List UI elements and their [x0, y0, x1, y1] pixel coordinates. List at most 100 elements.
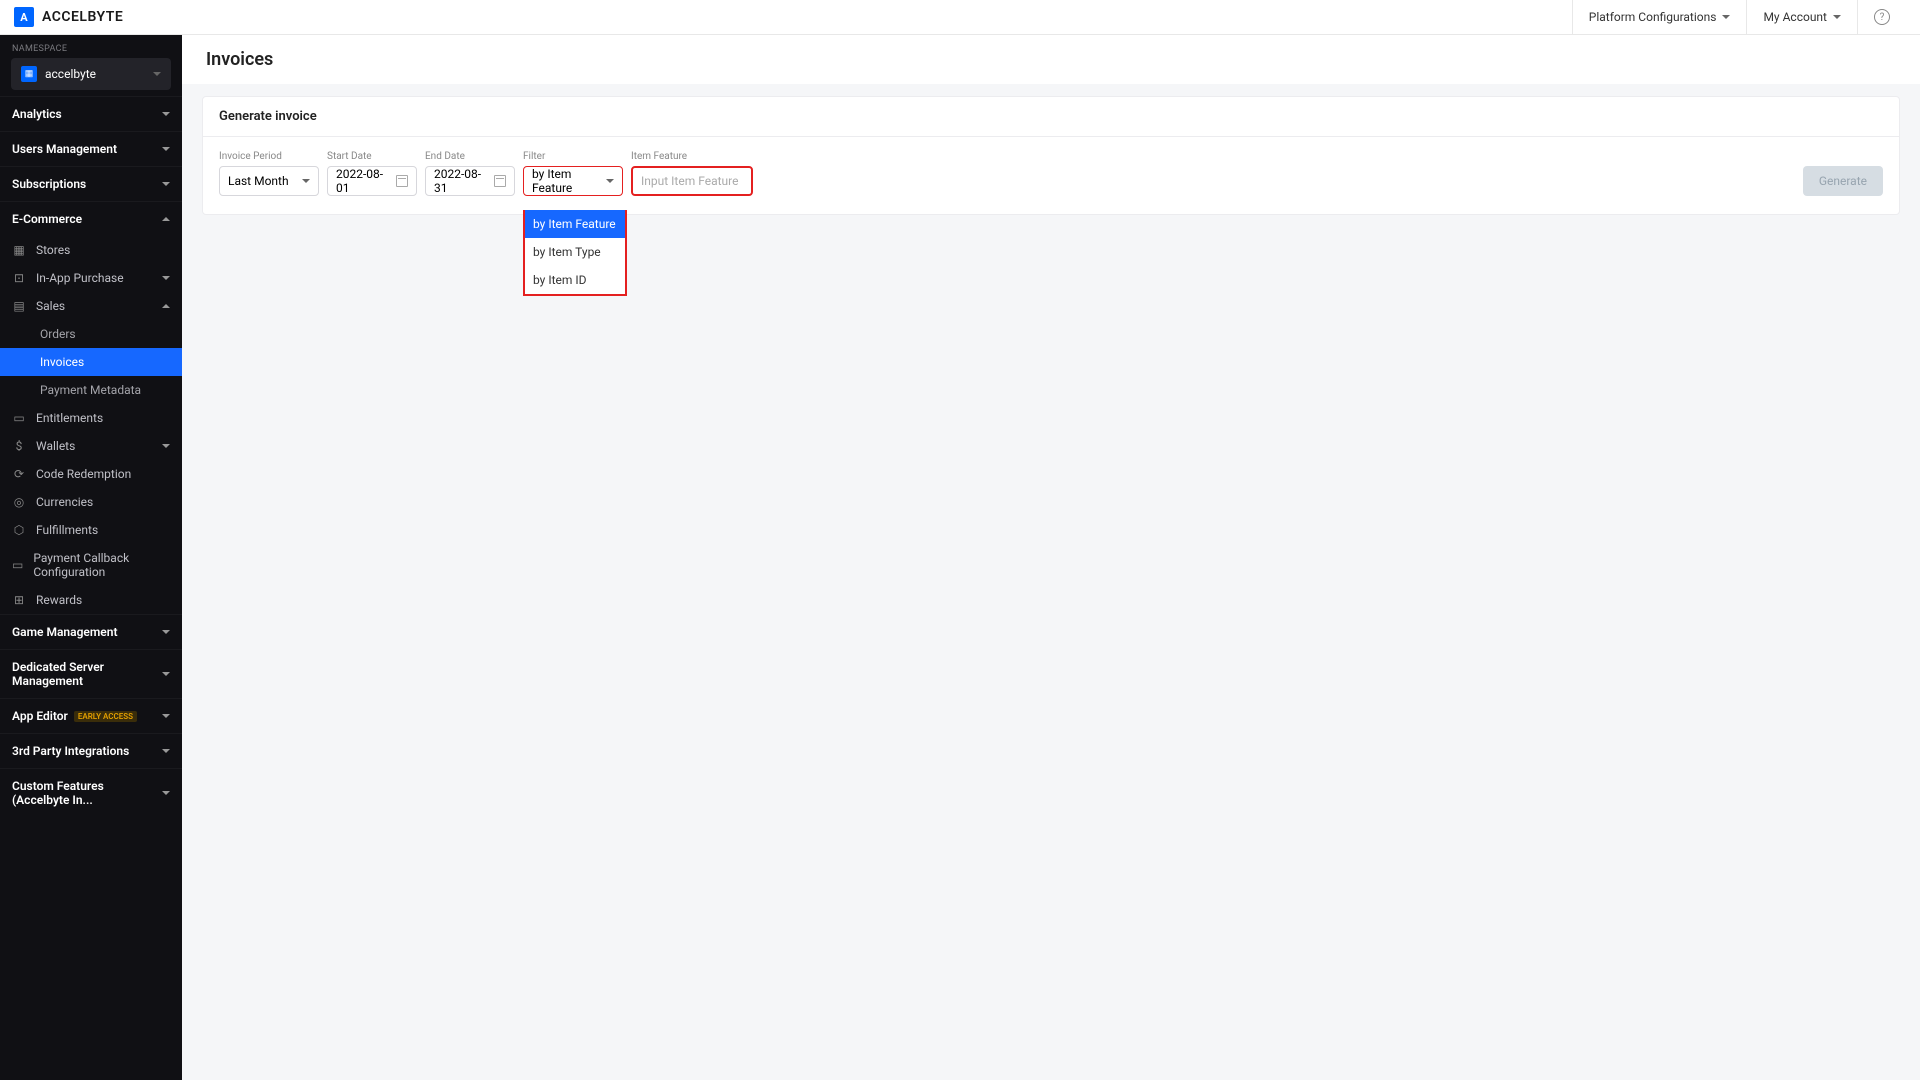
sidebar-group-label: Dedicated Server Management	[12, 660, 162, 688]
sidebar-group-label: Subscriptions	[12, 177, 86, 191]
sidebar-item-label: Fulfillments	[36, 523, 98, 537]
sidebar-item-entitlements[interactable]: ▭Entitlements	[0, 404, 182, 432]
namespace-name: accelbyte	[45, 67, 145, 81]
box-icon: ⬡	[12, 523, 26, 537]
sidebar-item-sales[interactable]: ▤Sales	[0, 292, 182, 320]
chevron-down-icon	[162, 672, 170, 676]
namespace-icon: ▦	[21, 66, 37, 82]
filter-select[interactable]: by Item Feature	[523, 166, 623, 196]
sidebar-item-label: Stores	[36, 243, 70, 257]
platform-configs-label: Platform Configurations	[1589, 10, 1717, 24]
invoice-period-value: Last Month	[228, 174, 289, 188]
start-date-label: Start Date	[327, 151, 417, 162]
end-date-label: End Date	[425, 151, 515, 162]
calendar-icon	[494, 175, 506, 187]
help-button[interactable]: ?	[1857, 0, 1906, 35]
chevron-down-icon	[1722, 15, 1730, 19]
sidebar-item-stores[interactable]: ▦ Stores	[0, 236, 182, 264]
main-content: Invoices Generate invoice Invoice Period…	[182, 35, 1920, 1080]
sidebar-group-dedicated-server[interactable]: Dedicated Server Management	[0, 650, 182, 698]
chevron-down-icon	[162, 147, 170, 151]
chevron-up-icon	[162, 304, 170, 308]
logo-block: A ACCELBYTE	[14, 7, 123, 27]
sidebar-sub-invoices[interactable]: Invoices	[0, 348, 182, 376]
sidebar-group-game-management[interactable]: Game Management	[0, 615, 182, 649]
filter-option-item-feature[interactable]: by Item Feature	[525, 210, 625, 238]
top-header: A ACCELBYTE Platform Configurations My A…	[0, 0, 1920, 35]
help-icon: ?	[1874, 9, 1890, 25]
sidebar-item-label: In-App Purchase	[36, 271, 124, 285]
chevron-down-icon	[1833, 15, 1841, 19]
chevron-down-icon	[162, 791, 170, 795]
chevron-up-icon	[162, 217, 170, 221]
early-access-badge: EARLY ACCESS	[74, 711, 137, 722]
invoice-period-select[interactable]: Last Month	[219, 166, 319, 196]
generate-button[interactable]: Generate	[1803, 166, 1883, 196]
chevron-down-icon	[606, 179, 614, 183]
namespace-selector[interactable]: ▦ accelbyte	[11, 58, 171, 90]
sidebar-sub-orders[interactable]: Orders	[0, 320, 182, 348]
item-feature-label: Item Feature	[631, 151, 753, 162]
sidebar-item-label: Sales	[36, 299, 65, 313]
item-feature-field[interactable]	[631, 166, 753, 196]
sidebar-item-iap[interactable]: ⊡ In-App Purchase	[0, 264, 182, 292]
sidebar-item-wallets[interactable]: $Wallets	[0, 432, 182, 460]
header-right: Platform Configurations My Account ?	[1572, 0, 1906, 35]
chevron-down-icon	[302, 179, 310, 183]
sidebar-item-code-redemption[interactable]: ⟳Code Redemption	[0, 460, 182, 488]
sidebar-group-label: 3rd Party Integrations	[12, 744, 129, 758]
sidebar-item-label: Rewards	[36, 593, 82, 607]
filter-option-item-type[interactable]: by Item Type	[525, 238, 625, 266]
sidebar-group-label: E-Commerce	[12, 212, 82, 226]
store-icon: ▦	[12, 243, 26, 257]
sidebar-item-fulfillments[interactable]: ⬡ Fulfillments	[0, 516, 182, 544]
sidebar-item-currencies[interactable]: ◎ Currencies	[0, 488, 182, 516]
calendar-icon	[396, 175, 408, 187]
logo-icon: A	[14, 7, 34, 27]
sidebar-group-3rd-party[interactable]: 3rd Party Integrations	[0, 734, 182, 768]
chevron-down-icon	[162, 112, 170, 116]
sidebar-item-label: Payment Callback Configuration	[33, 551, 170, 579]
chevron-down-icon	[162, 444, 170, 448]
sidebar-item-payment-callback[interactable]: ▭Payment Callback Configuration	[0, 544, 182, 586]
my-account-menu[interactable]: My Account	[1746, 0, 1857, 35]
sidebar-item-label: Entitlements	[36, 411, 103, 425]
end-date-value: 2022-08-31	[434, 167, 494, 195]
filter-value: by Item Feature	[532, 167, 606, 195]
sidebar-group-label: Game Management	[12, 625, 117, 639]
chevron-down-icon	[162, 714, 170, 718]
currency-icon: ◎	[12, 495, 26, 509]
sidebar-group-label: App Editor	[12, 709, 68, 723]
sidebar-item-rewards[interactable]: ⊞ Rewards	[0, 586, 182, 614]
logo-text: ACCELBYTE	[42, 9, 123, 25]
page-title: Invoices	[182, 35, 1920, 84]
sidebar-group-label: Users Management	[12, 142, 117, 156]
chevron-down-icon	[162, 182, 170, 186]
sidebar-group-custom-features[interactable]: Custom Features (Accelbyte In...	[0, 769, 182, 817]
platform-configs-menu[interactable]: Platform Configurations	[1572, 0, 1747, 35]
sidebar-group-ecommerce[interactable]: E-Commerce	[0, 202, 182, 236]
sidebar-item-label: Currencies	[36, 495, 93, 509]
chevron-down-icon	[162, 630, 170, 634]
start-date-input[interactable]: 2022-08-01	[327, 166, 417, 196]
cart-icon: ⊡	[12, 271, 26, 285]
end-date-input[interactable]: 2022-08-31	[425, 166, 515, 196]
sidebar-group-analytics[interactable]: Analytics	[0, 97, 182, 131]
item-feature-input[interactable]	[641, 174, 743, 188]
gift-icon: ⊞	[12, 593, 26, 607]
start-date-value: 2022-08-01	[336, 167, 396, 195]
sidebar-item-label: Code Redemption	[36, 467, 131, 481]
chevron-down-icon	[153, 72, 161, 76]
filter-dropdown: by Item Feature by Item Type by Item ID	[523, 210, 627, 296]
filter-option-item-id[interactable]: by Item ID	[525, 266, 625, 294]
my-account-label: My Account	[1763, 10, 1827, 24]
wallet-icon: $	[12, 439, 26, 453]
invoice-period-label: Invoice Period	[219, 151, 319, 162]
generate-invoice-panel: Generate invoice Invoice Period Last Mon…	[202, 96, 1900, 215]
sidebar-group-users-management[interactable]: Users Management	[0, 132, 182, 166]
sidebar-sub-payment-metadata[interactable]: Payment Metadata	[0, 376, 182, 404]
sidebar-group-subscriptions[interactable]: Subscriptions	[0, 167, 182, 201]
sidebar-group-app-editor[interactable]: App Editor EARLY ACCESS	[0, 699, 182, 733]
sidebar-group-label: Custom Features (Accelbyte In...	[12, 779, 162, 807]
sidebar-group-label: Analytics	[12, 107, 62, 121]
